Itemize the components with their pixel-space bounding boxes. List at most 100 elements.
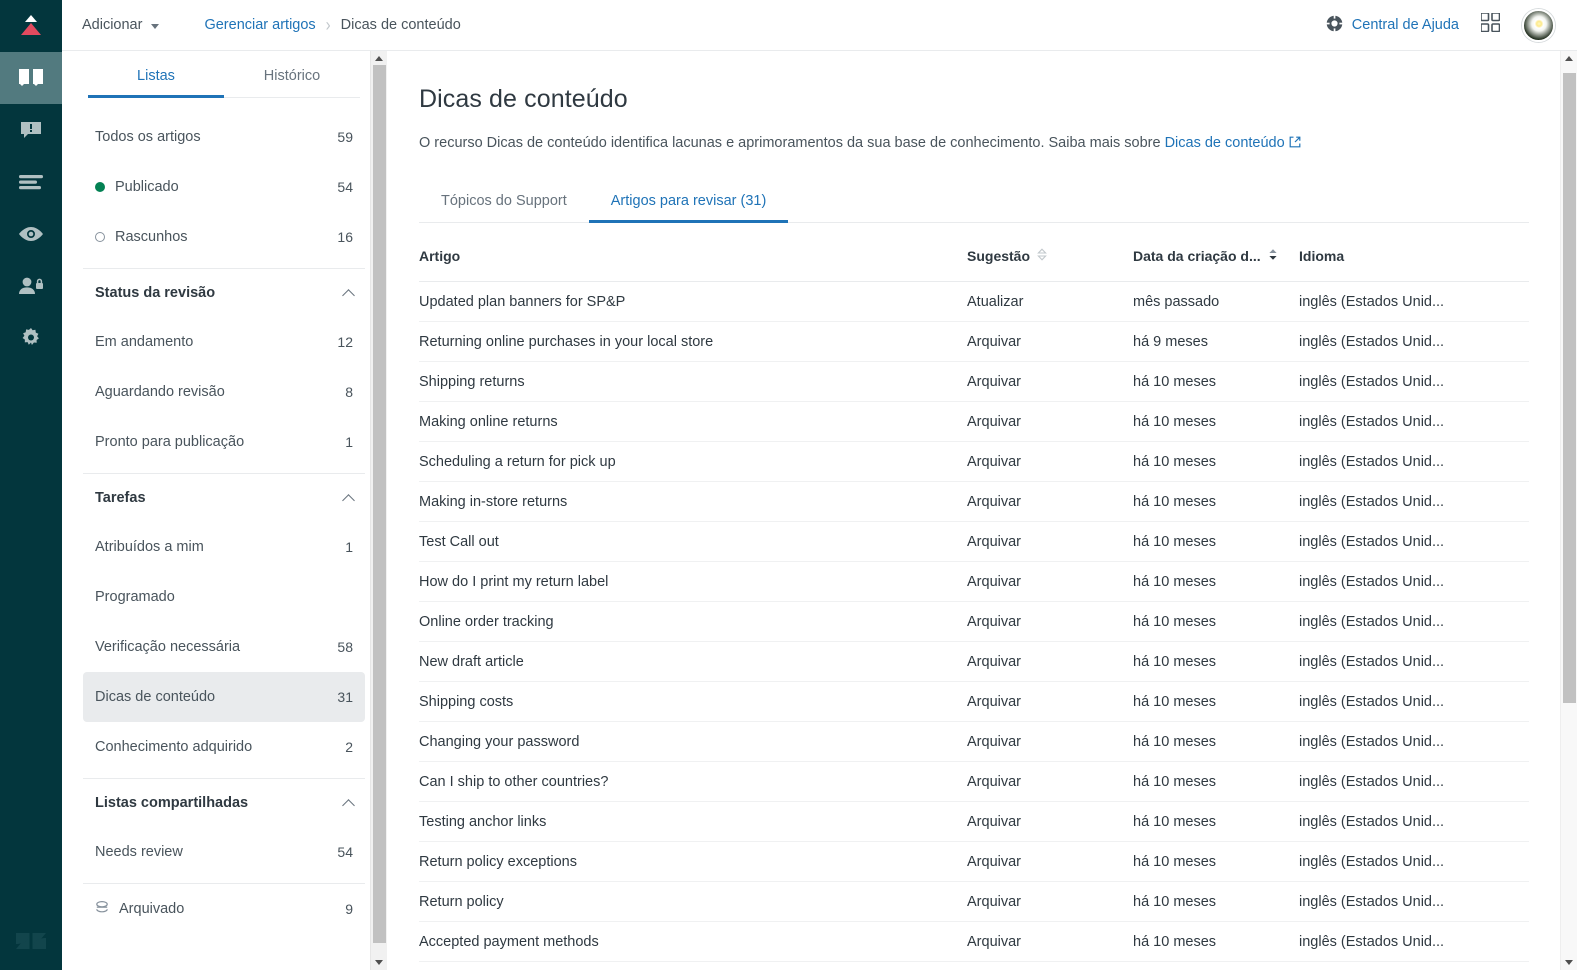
- sidebar-item-publicado[interactable]: Publicado 54: [83, 162, 365, 212]
- table-row[interactable]: New draft article Arquivar há 10 meses ingl…: [419, 641, 1529, 682]
- sidebar-item-count: 12: [337, 334, 353, 350]
- sidebar-item-atribuidos-a-mim[interactable]: Atribuídos a mim 1: [83, 522, 365, 572]
- cell-sugestao: Arquivar: [967, 561, 1133, 602]
- sort-unsorted-icon: [1037, 248, 1047, 264]
- archive-icon: [95, 900, 109, 918]
- tab-historico[interactable]: Histórico: [224, 51, 360, 97]
- cell-data: há 10 meses: [1133, 441, 1299, 482]
- status-dot-draft-icon: [95, 232, 105, 242]
- sidebar-item-needs-review[interactable]: Needs review 54: [83, 827, 365, 877]
- table-row[interactable]: Making online returns Arquivar há 10 meses…: [419, 401, 1529, 442]
- cell-sugestao: Arquivar: [967, 441, 1133, 482]
- table-row[interactable]: Changing your password Arquivar há 10 mese…: [419, 721, 1529, 762]
- help-center-link[interactable]: Central de Ajuda: [1325, 14, 1459, 36]
- sidebar-scrollbar[interactable]: [370, 51, 387, 970]
- cell-sugestao: Arquivar: [967, 681, 1133, 722]
- sidebar-item-label: Publicado: [115, 179, 179, 195]
- table-row[interactable]: Returning online purchases in your local…: [419, 321, 1529, 362]
- sidebar-group-title: Tarefas: [95, 490, 146, 506]
- chevron-up-icon: [342, 493, 355, 507]
- table-row[interactable]: Testing anchor links Arquivar há 10 meses i…: [419, 801, 1529, 842]
- table-row[interactable]: Accepted payment methods Arquivar há 10 me…: [419, 921, 1529, 962]
- sidebar-group-status-da-revisao[interactable]: Status da revisão: [83, 269, 365, 317]
- rail-item-announcements[interactable]: [0, 104, 62, 156]
- sidebar-item-dicas-de-conteudo[interactable]: Dicas de conteúdo 31: [83, 672, 365, 722]
- cell-data: há 10 meses: [1133, 761, 1299, 802]
- sidebar-group-listas-compartilhadas[interactable]: Listas compartilhadas: [83, 779, 365, 827]
- scroll-up-arrow-icon[interactable]: [1565, 56, 1573, 61]
- cell-sugestao: Arquivar: [967, 721, 1133, 762]
- table-row[interactable]: Return policy exceptions Arquivar há 10 me…: [419, 841, 1529, 882]
- tab-listas[interactable]: Listas: [88, 51, 224, 98]
- app-root: Adicionar Gerenciar artigos › Dicas de c…: [0, 0, 1577, 970]
- user-avatar[interactable]: [1522, 8, 1555, 42]
- table-row[interactable]: Test Call out Arquivar há 10 meses inglês (…: [419, 521, 1529, 562]
- cell-data: há 10 meses: [1133, 361, 1299, 402]
- cell-artigo: Return policy exceptions: [419, 841, 967, 882]
- add-menu-button[interactable]: Adicionar: [82, 17, 160, 33]
- sidebar-item-rascunhos[interactable]: Rascunhos 16: [83, 212, 365, 262]
- table-row[interactable]: How do I print my return label Arquivar há…: [419, 561, 1529, 602]
- rail-item-preview[interactable]: [0, 208, 62, 260]
- cell-artigo: Can I ship to other countries?: [419, 761, 967, 802]
- rail-item-content-blocks[interactable]: [0, 156, 62, 208]
- cell-artigo: Updated plan banners for SP&P: [419, 281, 967, 322]
- sidebar-item-em-andamento[interactable]: Em andamento 12: [83, 317, 365, 367]
- table-row[interactable]: Online order tracking Arquivar há 10 meses…: [419, 601, 1529, 642]
- table-row[interactable]: Shipping returns Arquivar há 10 meses inglê…: [419, 361, 1529, 402]
- apps-grid-icon[interactable]: [1480, 12, 1501, 37]
- table-row[interactable]: Can I ship to other countries? Arquivar há…: [419, 761, 1529, 802]
- cell-artigo: Test Call out: [419, 521, 967, 562]
- learn-more-link[interactable]: Dicas de conteúdo: [1165, 135, 1285, 151]
- sidebar-group-tarefas[interactable]: Tarefas: [83, 474, 365, 522]
- rail-item-user-permissions[interactable]: [0, 260, 62, 312]
- main-scrollbar[interactable]: [1560, 51, 1577, 970]
- sidebar-item-label: Programado: [95, 589, 175, 605]
- scroll-down-arrow-icon[interactable]: [1565, 960, 1573, 965]
- scroll-up-arrow-icon[interactable]: [375, 56, 383, 61]
- table-row[interactable]: Making in-store returns Arquivar há 10 mes…: [419, 481, 1529, 522]
- sidebar-item-label: Todos os artigos: [95, 129, 201, 145]
- sidebar-scrollbar-thumb[interactable]: [373, 65, 386, 943]
- sidebar-item-arquivado[interactable]: Arquivado 9: [83, 884, 365, 934]
- breadcrumb: Gerenciar artigos › Dicas de conteúdo: [204, 14, 460, 35]
- sidebar-item-pronto-para-publicacao[interactable]: Pronto para publicação 1: [83, 417, 365, 467]
- tab-artigos-para-revisar[interactable]: Artigos para revisar (31): [588, 181, 789, 223]
- sidebar-item-count: 59: [337, 129, 353, 145]
- cell-artigo: How do I print my return label: [419, 561, 967, 602]
- scroll-down-arrow-icon[interactable]: [375, 960, 383, 965]
- table-row[interactable]: Updated plan banners for SP&P Atualizar mê…: [419, 281, 1529, 322]
- breadcrumb-parent[interactable]: Gerenciar artigos: [204, 17, 315, 33]
- column-header-label: Idioma: [1299, 248, 1345, 264]
- sidebar-item-label: Aguardando revisão: [95, 384, 225, 400]
- sidebar-item-verificacao-necessaria[interactable]: Verificação necessária 58: [83, 622, 365, 672]
- tab-topicos-do-support[interactable]: Tópicos do Support: [419, 181, 589, 222]
- column-header-label: Data da criação d...: [1133, 248, 1261, 264]
- table-row[interactable]: Return policy Arquivar há 10 meses inglês (…: [419, 881, 1529, 922]
- column-header-sugestao[interactable]: Sugestão: [967, 223, 1133, 282]
- cell-sugestao: Arquivar: [967, 521, 1133, 562]
- sidebar-item-aguardando-revisao[interactable]: Aguardando revisão 8: [83, 367, 365, 417]
- cell-artigo: Shipping costs: [419, 681, 967, 722]
- rail-item-settings[interactable]: [0, 312, 62, 364]
- cell-idioma: inglês (Estados Unid...: [1299, 641, 1529, 682]
- guide-logo[interactable]: [0, 0, 62, 52]
- page-title: Dicas de conteúdo: [419, 85, 628, 113]
- column-header-idioma: Idioma: [1299, 223, 1529, 282]
- cell-artigo: New draft article: [419, 641, 967, 682]
- table-row[interactable]: Scheduling a return for pick up Arquivar h…: [419, 441, 1529, 482]
- content-tabs: Tópicos do Support Artigos para revisar …: [419, 181, 1529, 223]
- cell-data: mês passado: [1133, 281, 1299, 322]
- cell-idioma: inglês (Estados Unid...: [1299, 401, 1529, 442]
- chevron-up-icon: [342, 288, 355, 302]
- sidebar-item-conhecimento-adquirido[interactable]: Conhecimento adquirido 2: [83, 722, 365, 772]
- sidebar-item-count: 1: [345, 434, 353, 450]
- column-header-data-da-criacao[interactable]: Data da criação d...: [1133, 223, 1299, 282]
- sidebar-item-label: Verificação necessária: [95, 639, 241, 655]
- rail-item-articles[interactable]: [0, 52, 62, 104]
- sidebar-item-count: 9: [345, 901, 353, 917]
- sidebar-item-programado[interactable]: Programado: [83, 572, 365, 622]
- table-row[interactable]: Shipping costs Arquivar há 10 meses inglês …: [419, 681, 1529, 722]
- sidebar-item-todos-os-artigos[interactable]: Todos os artigos 59: [83, 112, 365, 162]
- main-scrollbar-thumb[interactable]: [1563, 73, 1576, 703]
